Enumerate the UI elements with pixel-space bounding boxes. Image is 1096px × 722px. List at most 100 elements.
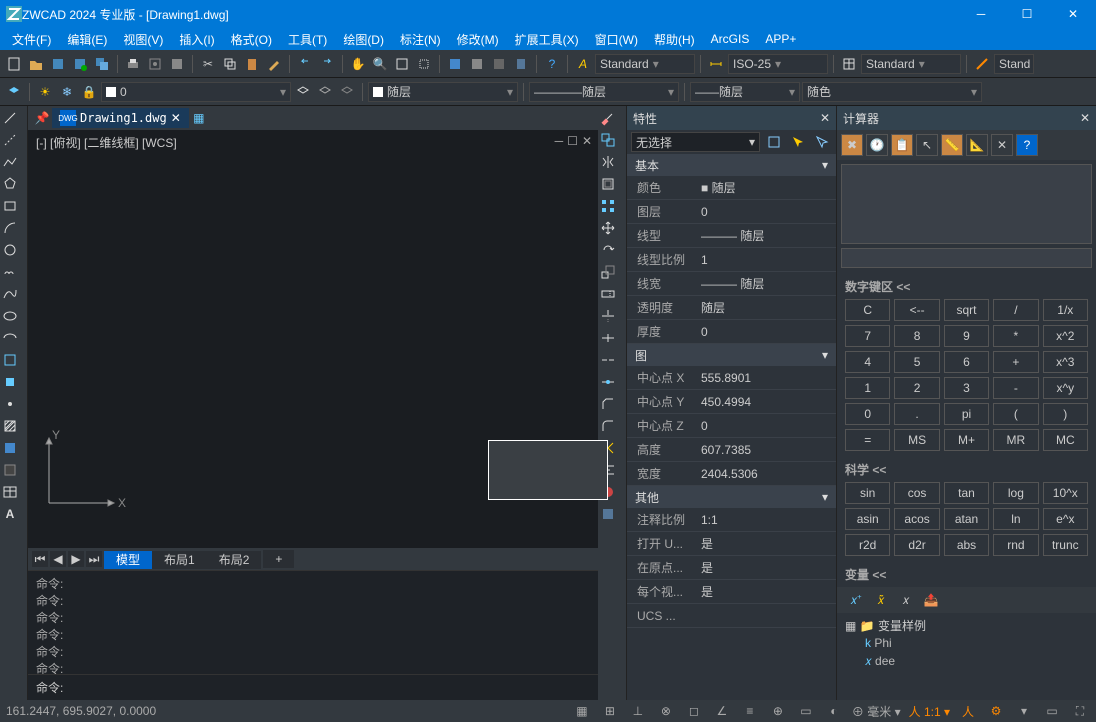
grid-icon[interactable]: ▦ bbox=[572, 701, 592, 721]
calc-btn-MC[interactable]: MC bbox=[1043, 429, 1088, 451]
linetype-combo[interactable]: ———— 随层▾ bbox=[529, 82, 679, 102]
print-icon[interactable] bbox=[123, 54, 143, 74]
var-send-icon[interactable]: 📤 bbox=[920, 589, 942, 611]
layer-combo[interactable]: 0▾ bbox=[101, 82, 291, 102]
fillet-icon[interactable] bbox=[598, 416, 618, 436]
menu-item[interactable]: 绘图(D) bbox=[335, 29, 392, 50]
maximize-button[interactable]: ☐ bbox=[1004, 0, 1050, 28]
insert-icon[interactable] bbox=[0, 350, 20, 370]
model-icon[interactable]: ▭ bbox=[796, 701, 816, 721]
var-sample[interactable]: ▦ 📁 变量样例 bbox=[845, 617, 1088, 634]
calc-btn-cos[interactable]: cos bbox=[894, 482, 939, 504]
command-line[interactable]: 命令: bbox=[28, 674, 598, 700]
point-icon[interactable] bbox=[0, 394, 20, 414]
layout-tab[interactable]: 模型 bbox=[104, 551, 152, 569]
menu-item[interactable]: 编辑(E) bbox=[59, 29, 115, 50]
osnap-icon[interactable]: ◻ bbox=[684, 701, 704, 721]
layout-tab[interactable]: 布局2 bbox=[207, 551, 262, 569]
calc-btn-abs[interactable]: abs bbox=[944, 534, 989, 556]
copy2-icon[interactable] bbox=[598, 130, 618, 150]
prop-row[interactable]: 高度607.7385 bbox=[627, 438, 836, 462]
calc-btn-x^2[interactable]: x^2 bbox=[1043, 325, 1088, 347]
extend-icon[interactable] bbox=[598, 328, 618, 348]
prop-row[interactable]: 每个视...是 bbox=[627, 580, 836, 604]
var-edit-icon[interactable]: 𝑥͂ bbox=[870, 589, 892, 611]
color-combo[interactable]: 随色▾ bbox=[802, 82, 982, 102]
prop-row[interactable]: 注释比例1:1 bbox=[627, 508, 836, 532]
prop-row[interactable]: 中心点 Y450.4994 bbox=[627, 390, 836, 414]
calc-clear-icon[interactable]: ✖ bbox=[841, 134, 863, 156]
array-icon[interactable] bbox=[598, 196, 618, 216]
layer-icon[interactable] bbox=[4, 82, 24, 102]
block-icon[interactable] bbox=[0, 372, 20, 392]
calc-btn-0[interactable]: 0 bbox=[845, 403, 890, 425]
lock-icon[interactable]: 🔒 bbox=[79, 82, 99, 102]
hatch-icon[interactable] bbox=[0, 416, 20, 436]
new-tab-icon[interactable]: ▦ bbox=[189, 108, 209, 128]
menu-item[interactable]: 标注(N) bbox=[392, 29, 449, 50]
otrack-icon[interactable]: ∠ bbox=[712, 701, 732, 721]
unit-label[interactable]: ⊕ 毫米 ▾ bbox=[852, 703, 901, 720]
calc-help-icon[interactable]: ? bbox=[1016, 134, 1038, 156]
section-other[interactable]: 其他▾ bbox=[627, 486, 836, 508]
menu-item[interactable]: 扩展工具(X) bbox=[507, 29, 587, 50]
calc-btn-MS[interactable]: MS bbox=[894, 429, 939, 451]
mlstyle-icon[interactable] bbox=[972, 54, 992, 74]
menu-item[interactable]: 工具(T) bbox=[280, 29, 335, 50]
calc-btn-x^y[interactable]: x^y bbox=[1043, 377, 1088, 399]
calc-btn-6[interactable]: 6 bbox=[944, 351, 989, 373]
minimize-button[interactable]: ─ bbox=[958, 0, 1004, 28]
pline-icon[interactable] bbox=[0, 152, 20, 172]
spline-icon[interactable] bbox=[0, 284, 20, 304]
ellipsearc-icon[interactable] bbox=[0, 328, 20, 348]
view-label[interactable]: [-] [俯视] [二维线框] [WCS] bbox=[36, 134, 177, 151]
selection-combo[interactable]: 无选择▾ bbox=[631, 132, 760, 152]
close-button[interactable]: ✕ bbox=[1050, 0, 1096, 28]
var-item[interactable]: k Phi bbox=[845, 634, 1088, 652]
new-icon[interactable] bbox=[4, 54, 24, 74]
calc-dist-icon[interactable]: 📏 bbox=[941, 134, 963, 156]
menu-item[interactable]: 视图(V) bbox=[115, 29, 171, 50]
layout-tab[interactable]: 布局1 bbox=[152, 551, 207, 569]
lwt-icon[interactable]: ≡ bbox=[740, 701, 760, 721]
help-icon[interactable]: ? bbox=[542, 54, 562, 74]
copy-icon[interactable] bbox=[220, 54, 240, 74]
prop-row[interactable]: UCS ... bbox=[627, 604, 836, 628]
viewport[interactable]: [-] [俯视] [二维线框] [WCS] ─ ☐ ✕ Y X bbox=[28, 130, 598, 548]
zoomext-icon[interactable] bbox=[392, 54, 412, 74]
mtext-icon[interactable]: A bbox=[0, 504, 20, 524]
calc-btn-r2d[interactable]: r2d bbox=[845, 534, 890, 556]
calc-btn-/[interactable]: / bbox=[993, 299, 1038, 321]
line-icon[interactable] bbox=[0, 108, 20, 128]
zoom-icon[interactable]: 🔍 bbox=[370, 54, 390, 74]
trim-icon[interactable] bbox=[598, 306, 618, 326]
calc-btn-rnd[interactable]: rnd bbox=[993, 534, 1038, 556]
chamfer-icon[interactable] bbox=[598, 394, 618, 414]
dimstyle-combo[interactable]: ISO-25▾ bbox=[728, 54, 828, 74]
menu-item[interactable]: 修改(M) bbox=[449, 29, 507, 50]
prop-row[interactable]: 透明度随层 bbox=[627, 296, 836, 320]
section-basic[interactable]: 基本▾ bbox=[627, 154, 836, 176]
lineweight-combo[interactable]: —— 随层▾ bbox=[690, 82, 800, 102]
ray-icon[interactable] bbox=[0, 130, 20, 150]
numpad-header[interactable]: 数字键区 << bbox=[837, 274, 1096, 299]
ann-icon[interactable]: 人 bbox=[958, 701, 978, 721]
dyn-icon[interactable]: ⊕ bbox=[768, 701, 788, 721]
mlstyle-combo[interactable]: Stand bbox=[994, 54, 1034, 74]
vars-header[interactable]: 变量 << bbox=[837, 562, 1096, 587]
circle-icon[interactable] bbox=[0, 240, 20, 260]
calc-btn-)[interactable]: ) bbox=[1043, 403, 1088, 425]
calc-btn-atan[interactable]: atan bbox=[944, 508, 989, 530]
calc-btn-d2r[interactable]: d2r bbox=[894, 534, 939, 556]
save-icon[interactable] bbox=[48, 54, 68, 74]
layerprev-icon[interactable] bbox=[337, 82, 357, 102]
tablestyle-combo[interactable]: Standard▾ bbox=[861, 54, 961, 74]
prop-row[interactable]: 厚度0 bbox=[627, 320, 836, 344]
revcloud-icon[interactable] bbox=[0, 262, 20, 282]
calc-btn-10^x[interactable]: 10^x bbox=[1043, 482, 1088, 504]
publish-icon[interactable] bbox=[167, 54, 187, 74]
calc-paste-icon[interactable]: 📋 bbox=[891, 134, 913, 156]
menu-item[interactable]: ArcGIS bbox=[703, 30, 758, 48]
tab-close-icon[interactable]: ✕ bbox=[171, 111, 181, 125]
pickadd-icon[interactable] bbox=[812, 132, 832, 152]
